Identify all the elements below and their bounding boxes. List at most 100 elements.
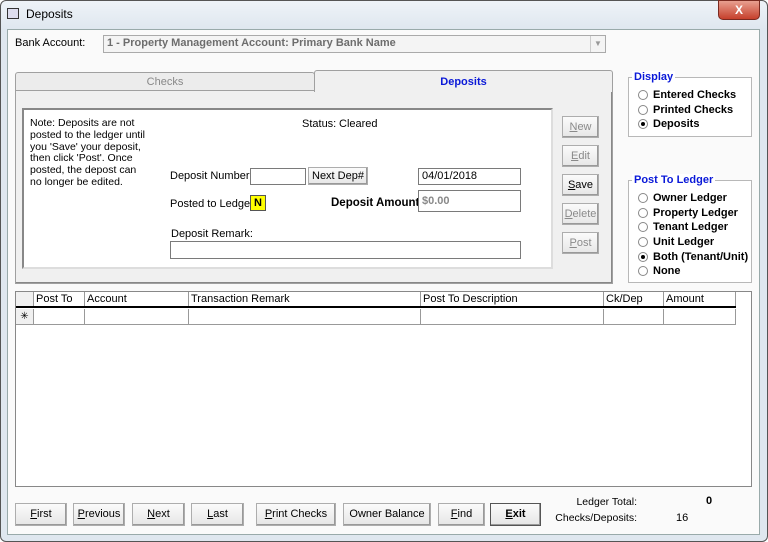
app-icon [7, 8, 19, 19]
radio-label: Tenant Ledger [653, 221, 728, 234]
status-value: Cleared [339, 118, 378, 130]
bank-account-select[interactable]: 1 - Property Management Account: Primary… [103, 35, 606, 53]
radio-entered-checks[interactable]: Entered Checks [638, 88, 736, 103]
radio-both[interactable]: Both (Tenant/Unit) [638, 249, 748, 264]
button-label: ost [576, 237, 592, 249]
button-label: Owner Balance [349, 508, 425, 520]
exit-button[interactable]: Exit [490, 503, 541, 526]
new-button[interactable]: New [562, 116, 599, 138]
column-header-transaction-remark[interactable]: Transaction Remark [189, 292, 421, 306]
previous-button[interactable]: Previous [73, 503, 125, 526]
deposit-remark-input[interactable] [170, 241, 521, 259]
radio-printed-checks[interactable]: Printed Checks [638, 103, 736, 118]
table-row[interactable]: ✳ [16, 309, 736, 325]
button-label: revious [84, 508, 121, 520]
cell-post-to[interactable] [34, 309, 85, 324]
radio-selected-icon[interactable] [638, 119, 648, 130]
hotkey: N [147, 508, 156, 520]
radio-label: None [653, 265, 681, 278]
hotkey: P [569, 237, 577, 249]
deposit-amount-label: Deposit Amount: [331, 197, 424, 209]
ledger-total-value: 0 [706, 495, 713, 507]
column-header-amount[interactable]: Amount [664, 292, 736, 306]
next-button[interactable]: Next [132, 503, 185, 526]
column-header-post-to-description[interactable]: Post To Description [421, 292, 604, 306]
chevron-down-icon[interactable]: ▼ [590, 36, 605, 52]
save-button[interactable]: Save [562, 174, 599, 196]
deposit-number-label: Deposit Number: [170, 170, 253, 182]
checks-deposits-label: Checks/Deposits: [555, 512, 637, 524]
radio-selected-icon[interactable] [638, 251, 648, 262]
deposit-number-input[interactable] [250, 168, 306, 185]
button-label: elete [572, 208, 597, 220]
bank-account-value: 1 - Property Management Account: Primary… [107, 37, 396, 49]
button-label: ind [457, 508, 473, 520]
window-title: Deposits [26, 7, 73, 21]
deposit-remark-label: Deposit Remark: [171, 228, 253, 240]
radio-property-ledger[interactable]: Property Ledger [638, 206, 748, 221]
column-header-ck-dep[interactable]: Ck/Dep [604, 292, 664, 306]
radio-label: Unit Ledger [653, 236, 715, 249]
bank-account-label: Bank Account: [15, 37, 86, 49]
posted-to-ledger-label: Posted to Ledger: [170, 198, 257, 210]
grid-header: Post To Account Transaction Remark Post … [16, 292, 736, 308]
radio-tenant-ledger[interactable]: Tenant Ledger [638, 220, 748, 235]
radio-icon[interactable] [638, 222, 648, 233]
radio-owner-ledger[interactable]: Owner Ledger [638, 191, 748, 206]
column-header-account[interactable]: Account [85, 292, 189, 306]
radio-icon[interactable] [638, 104, 648, 115]
hotkey: P [77, 508, 85, 520]
radio-unit-ledger[interactable]: Unit Ledger [638, 235, 748, 250]
deposit-amount-input[interactable]: $0.00 [418, 190, 521, 212]
cell-post-to-description[interactable] [421, 309, 604, 324]
display-title: Display [632, 71, 676, 83]
radio-label: Owner Ledger [653, 192, 727, 205]
ledger-total-label: Ledger Total: [576, 496, 637, 508]
cell-account[interactable] [85, 309, 189, 324]
radio-label: Deposits [653, 118, 700, 131]
cell-transaction-remark[interactable] [189, 309, 421, 324]
radio-icon[interactable] [638, 90, 648, 101]
button-label: rint Checks [272, 508, 328, 520]
delete-button[interactable]: Delete [562, 203, 599, 225]
radio-icon[interactable] [638, 207, 648, 218]
transactions-grid[interactable]: Post To Account Transaction Remark Post … [15, 291, 752, 487]
new-row-icon: ✳ [16, 309, 34, 324]
button-label: ast [213, 508, 228, 520]
posted-indicator: N [250, 195, 266, 211]
column-header-post-to[interactable]: Post To [34, 292, 85, 306]
hotkey: E [505, 508, 513, 520]
title-bar [0, 0, 766, 28]
radio-icon[interactable] [638, 266, 648, 277]
deposit-note: Note: Deposits are not posted to the led… [30, 117, 145, 188]
button-label: dit [578, 150, 590, 162]
radio-label: Entered Checks [653, 89, 737, 102]
owner-balance-button[interactable]: Owner Balance [343, 503, 431, 526]
radio-icon[interactable] [638, 237, 648, 248]
close-button[interactable]: X [718, 0, 760, 20]
cell-amount[interactable] [664, 309, 736, 324]
tab-deposits[interactable]: Deposits [314, 70, 613, 92]
last-button[interactable]: Last [191, 503, 244, 526]
radio-none[interactable]: None [638, 264, 748, 279]
hotkey: D [564, 208, 573, 220]
radio-deposits[interactable]: Deposits [638, 117, 736, 132]
display-options: Entered Checks Printed Checks Deposits [638, 88, 736, 132]
post-button[interactable]: Post [562, 232, 599, 254]
find-button[interactable]: Find [438, 503, 485, 526]
print-checks-button[interactable]: Print Checks [256, 503, 336, 526]
radio-label: Both (Tenant/Unit) [653, 250, 749, 263]
button-label: ew [577, 121, 592, 133]
radio-icon[interactable] [638, 193, 648, 204]
cell-ck-dep[interactable] [604, 309, 664, 324]
deposit-date-input[interactable]: 04/01/2018 [418, 168, 521, 185]
next-dep-button[interactable]: Next Dep# [308, 167, 368, 185]
row-selector-header [16, 292, 34, 306]
tab-checks[interactable]: Checks [15, 72, 315, 91]
post-to-ledger-options: Owner Ledger Property Ledger Tenant Ledg… [638, 191, 748, 279]
first-button[interactable]: First [15, 503, 67, 526]
post-to-ledger-title: Post To Ledger [632, 174, 716, 186]
status-label: Status: [302, 118, 337, 130]
edit-button[interactable]: Edit [562, 145, 599, 167]
checks-deposits-value: 16 [676, 512, 689, 524]
